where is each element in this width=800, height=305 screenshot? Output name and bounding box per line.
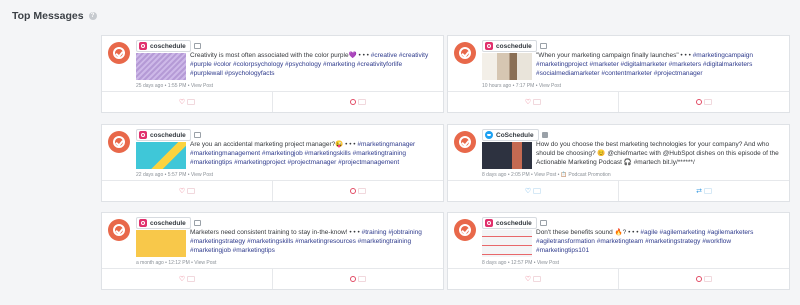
account-badge: coschedule	[136, 129, 191, 141]
comment-icon	[696, 276, 702, 282]
post-thumbnail[interactable]	[136, 53, 186, 80]
post-thumbnail[interactable]	[136, 230, 186, 257]
image-icon	[193, 43, 201, 49]
message-card: coschedule Don't these benefits sound 🔥?…	[447, 212, 790, 290]
comments-cell[interactable]	[272, 269, 443, 289]
post-meta[interactable]: 22 days ago • 5:57 PM • View Post	[136, 172, 213, 178]
coschedule-logo-icon	[454, 42, 476, 64]
post-thumbnail[interactable]	[136, 142, 186, 169]
post-meta[interactable]: 25 days ago • 1:55 PM • View Post	[136, 83, 213, 89]
comment-icon	[350, 276, 356, 282]
instagram-icon	[139, 131, 147, 139]
message-card: coschedule Are you an accidental marketi…	[101, 124, 444, 202]
post-meta[interactable]: 10 hours ago • 7:17 PM • View Post	[482, 83, 561, 89]
message-card: coschedule Marketers need consistent tra…	[101, 212, 444, 290]
message-card: coschedule Creativity is most often asso…	[101, 35, 444, 113]
comment-icon	[350, 188, 356, 194]
post-text: Marketers need consistent training to st…	[190, 229, 422, 255]
likes-cell[interactable]: ♡	[102, 92, 272, 112]
comment-count	[358, 276, 366, 282]
comments-cell[interactable]	[618, 92, 789, 112]
image-icon	[193, 132, 201, 138]
likes-cell[interactable]: ♡	[448, 181, 618, 201]
heart-icon: ♡	[524, 187, 532, 195]
comments-cell[interactable]	[272, 92, 443, 112]
comments-cell[interactable]	[618, 269, 789, 289]
post-text: Creativity is most often associated with…	[190, 52, 429, 78]
like-count	[187, 188, 196, 194]
coschedule-logo-icon	[108, 219, 130, 241]
like-count	[533, 99, 542, 105]
account-name: coschedule	[150, 219, 186, 227]
video-icon	[541, 132, 548, 138]
heart-icon: ♡	[178, 98, 186, 106]
post-thumbnail[interactable]	[482, 53, 532, 80]
heart-icon: ♡	[524, 98, 532, 106]
instagram-icon	[139, 42, 147, 50]
likes-cell[interactable]: ♡	[102, 181, 272, 201]
heart-icon: ♡	[178, 275, 186, 283]
card-footer: ♡	[448, 91, 789, 112]
coschedule-logo-icon	[108, 42, 130, 64]
account-name: coschedule	[150, 131, 186, 139]
post-text: "When your marketing campaign finally la…	[536, 52, 754, 78]
post-meta[interactable]: 8 days ago • 12:57 PM • View Post	[482, 260, 559, 266]
coschedule-logo-icon	[454, 131, 476, 153]
like-count	[533, 188, 542, 194]
comment-count	[704, 99, 712, 105]
like-count	[187, 276, 196, 282]
instagram-icon	[485, 219, 493, 227]
image-icon	[539, 220, 547, 226]
post-meta[interactable]: a month ago • 12:12 PM • View Post	[136, 260, 216, 266]
likes-cell[interactable]: ♡	[448, 92, 618, 112]
card-footer: ♡	[448, 268, 789, 289]
card-footer: ♡ ⇄	[448, 180, 789, 201]
coschedule-logo-icon	[108, 131, 130, 153]
image-icon	[539, 43, 547, 49]
heart-icon: ♡	[178, 187, 186, 195]
account-name: coschedule	[496, 219, 532, 227]
account-badge: coschedule	[482, 217, 537, 229]
coschedule-logo-icon	[454, 219, 476, 241]
retweets-cell[interactable]: ⇄	[618, 181, 789, 201]
card-footer: ♡	[102, 91, 443, 112]
comment-icon	[696, 99, 702, 105]
post-text: Are you an accidental marketing project …	[190, 141, 416, 167]
comments-cell[interactable]	[272, 181, 443, 201]
account-name: CoSchedule	[496, 131, 534, 139]
comment-count	[358, 188, 366, 194]
account-badge: coschedule	[136, 40, 191, 52]
post-thumbnail[interactable]	[482, 142, 532, 169]
likes-cell[interactable]: ♡	[448, 269, 618, 289]
instagram-icon	[485, 42, 493, 50]
account-badge: CoSchedule	[482, 129, 539, 141]
twitter-icon	[485, 131, 493, 139]
account-name: coschedule	[150, 42, 186, 50]
post-text: How do you choose the best marketing tec…	[536, 141, 779, 167]
like-count	[187, 99, 196, 105]
comment-icon	[350, 99, 356, 105]
page-title: Top Messages	[12, 10, 84, 22]
retweet-count	[703, 188, 712, 194]
section-header: Top Messages ?	[12, 10, 97, 22]
account-name: coschedule	[496, 42, 532, 50]
account-badge: coschedule	[136, 217, 191, 229]
image-icon	[193, 220, 201, 226]
like-count	[533, 276, 542, 282]
post-meta[interactable]: 8 days ago • 2:05 PM • View Post • 📋 Pod…	[482, 172, 611, 178]
comment-count	[704, 276, 712, 282]
likes-cell[interactable]: ♡	[102, 269, 272, 289]
card-footer: ♡	[102, 180, 443, 201]
comment-count	[358, 99, 366, 105]
instagram-icon	[139, 219, 147, 227]
card-footer: ♡	[102, 268, 443, 289]
account-badge: coschedule	[482, 40, 537, 52]
post-thumbnail[interactable]	[482, 230, 532, 257]
help-icon[interactable]: ?	[88, 12, 97, 20]
heart-icon: ♡	[524, 275, 532, 283]
retweet-icon: ⇄	[696, 187, 702, 195]
post-text: Don't these benefits sound 🔥? • • • #agi…	[536, 229, 754, 255]
message-card: CoSchedule How do you choose the best ma…	[447, 124, 790, 202]
message-card: coschedule "When your marketing campaign…	[447, 35, 790, 113]
